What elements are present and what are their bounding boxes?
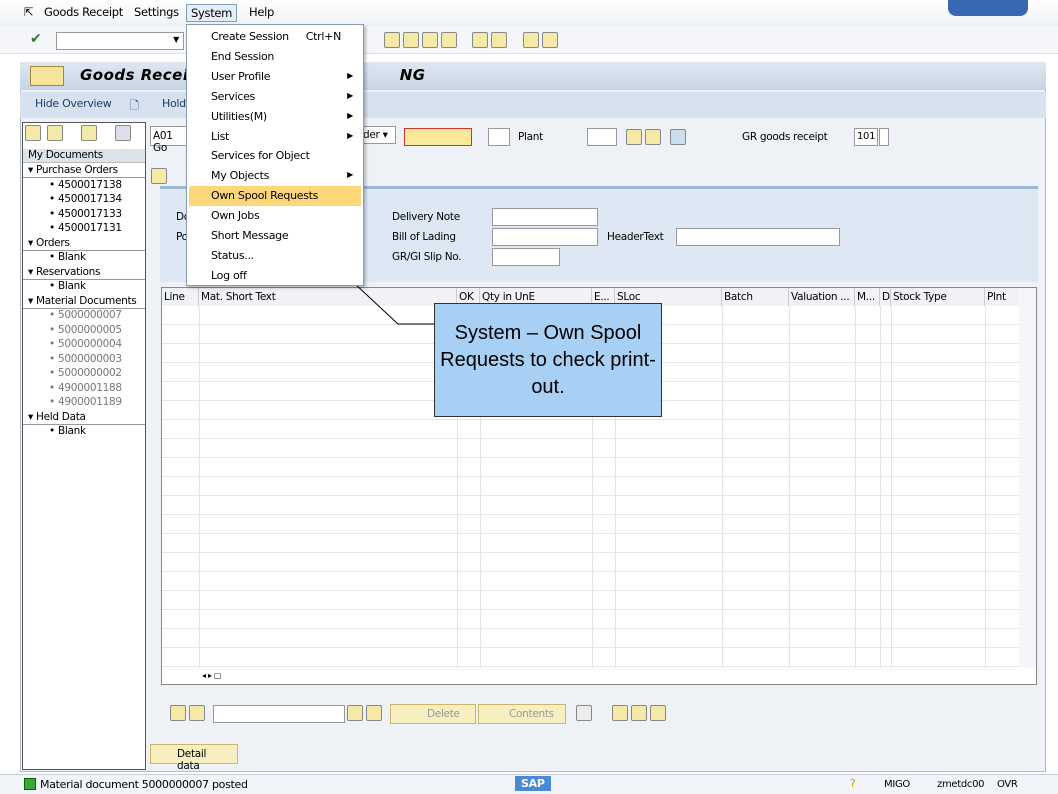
submenu-arrow-icon: ▶ (347, 110, 353, 120)
menu-item-label: Status... (211, 248, 254, 262)
menu-item[interactable]: Utilities(M) ▶ (189, 107, 361, 127)
menu-item[interactable]: Log off (189, 266, 361, 286)
menu-item[interactable]: Own Spool Requests (189, 186, 361, 207)
annotation-callout: System – Own Spool Requests to check pri… (434, 303, 662, 417)
menu-item[interactable]: End Session (189, 47, 361, 67)
menu-item[interactable]: User Profile ▶ (189, 67, 361, 87)
help-icon[interactable]: ? (850, 777, 856, 790)
submenu-arrow-icon: ▶ (347, 70, 353, 80)
menu-item-label: Utilities(M) (211, 109, 267, 123)
menu-item-label: Create Session (211, 30, 289, 43)
success-icon (24, 778, 36, 790)
menu-item-label: End Session (211, 49, 275, 63)
menu-item-label: Short Message (211, 229, 289, 242)
transaction-code[interactable]: MIGO (884, 779, 910, 790)
menu-item[interactable]: Short Message (189, 226, 361, 246)
server-name: zmetdc00 (937, 779, 985, 790)
input-mode[interactable]: OVR (997, 779, 1018, 790)
menu-item-label: My Objects (211, 169, 270, 183)
submenu-arrow-icon: ▶ (347, 170, 353, 180)
menu-item[interactable]: List ▶ (189, 127, 361, 147)
menu-item[interactable]: Services ▶ (189, 87, 361, 107)
menu-item[interactable]: Own Jobs (189, 206, 361, 226)
menu-item[interactable]: Status... (189, 246, 361, 266)
menu-item[interactable]: Create Session Ctrl+N (189, 27, 361, 47)
menu-item-label: Log off (211, 268, 247, 282)
menu-shortcut: Ctrl+N (305, 30, 342, 43)
submenu-arrow-icon: ▶ (347, 90, 353, 100)
menu-item[interactable]: Services for Object (189, 146, 361, 166)
system-menu: Create Session Ctrl+N End Session User Prof… (186, 24, 364, 286)
status-message: Material document 5000000007 posted (40, 778, 248, 791)
menu-item-label: Services for Object (211, 149, 310, 163)
submenu-arrow-icon: ▶ (347, 130, 353, 140)
status-bar: Material document 5000000007 posted SAP … (0, 774, 1058, 794)
menu-item[interactable]: My Objects ▶ (189, 166, 361, 186)
menu-item-label: List (211, 129, 230, 143)
menu-item-label: Own Jobs (211, 209, 260, 223)
sap-logo: SAP (515, 776, 551, 791)
menu-item-label: Services (211, 89, 255, 103)
menu-item-label: User Profile (211, 69, 271, 83)
menu-item-label: Own Spool Requests (211, 189, 319, 203)
